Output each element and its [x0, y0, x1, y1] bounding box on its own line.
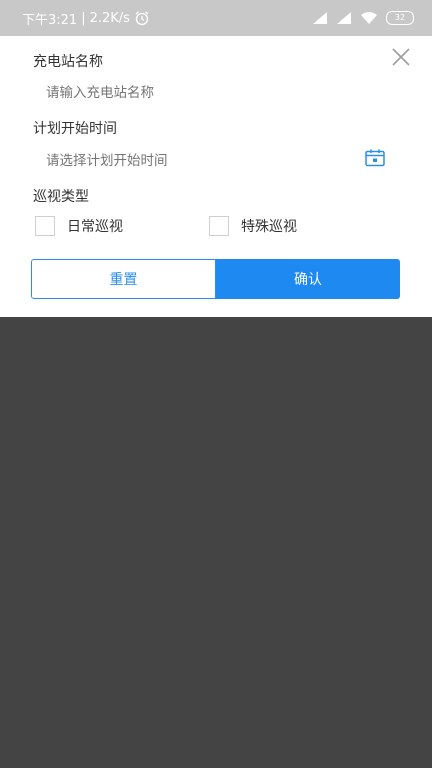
- calendar-icon[interactable]: [365, 149, 385, 167]
- station-name-label: 充电站名称: [33, 54, 103, 70]
- start-time-label: 计划开始时间: [33, 121, 117, 137]
- reset-button[interactable]: 重置: [31, 259, 216, 299]
- status-separator-icon: |: [81, 10, 86, 26]
- inspection-type-label: 巡视类型: [33, 189, 89, 205]
- status-speed: 2.2K/s: [89, 10, 130, 26]
- station-name-input[interactable]: [46, 83, 346, 103]
- start-time-input[interactable]: [46, 151, 346, 171]
- option-label: 特殊巡视: [241, 219, 297, 235]
- status-right: 32: [312, 11, 414, 25]
- checkbox-special[interactable]: [209, 216, 229, 236]
- alarm-clock-icon: [135, 11, 149, 26]
- close-icon[interactable]: [390, 46, 412, 68]
- status-time: 下午3:21: [22, 12, 78, 28]
- backdrop-overlay[interactable]: [0, 317, 432, 768]
- status-bar: 下午3:21 | 2.2K/s 32: [0, 0, 432, 36]
- wifi-icon: [361, 12, 377, 24]
- signal-icon: [313, 12, 327, 24]
- filter-panel: 充电站名称 计划开始时间 巡视类型 日常巡视 特殊巡视 重置 确认: [0, 36, 432, 317]
- option-label: 日常巡视: [67, 219, 123, 235]
- option-special-inspection[interactable]: 特殊巡视: [209, 216, 297, 236]
- signal-icon-2: [337, 12, 351, 24]
- option-daily-inspection[interactable]: 日常巡视: [35, 216, 123, 236]
- battery-icon: 32: [386, 11, 414, 25]
- checkbox-daily[interactable]: [35, 216, 55, 236]
- confirm-button[interactable]: 确认: [216, 259, 400, 299]
- status-left: 下午3:21 | 2.2K/s: [22, 9, 150, 28]
